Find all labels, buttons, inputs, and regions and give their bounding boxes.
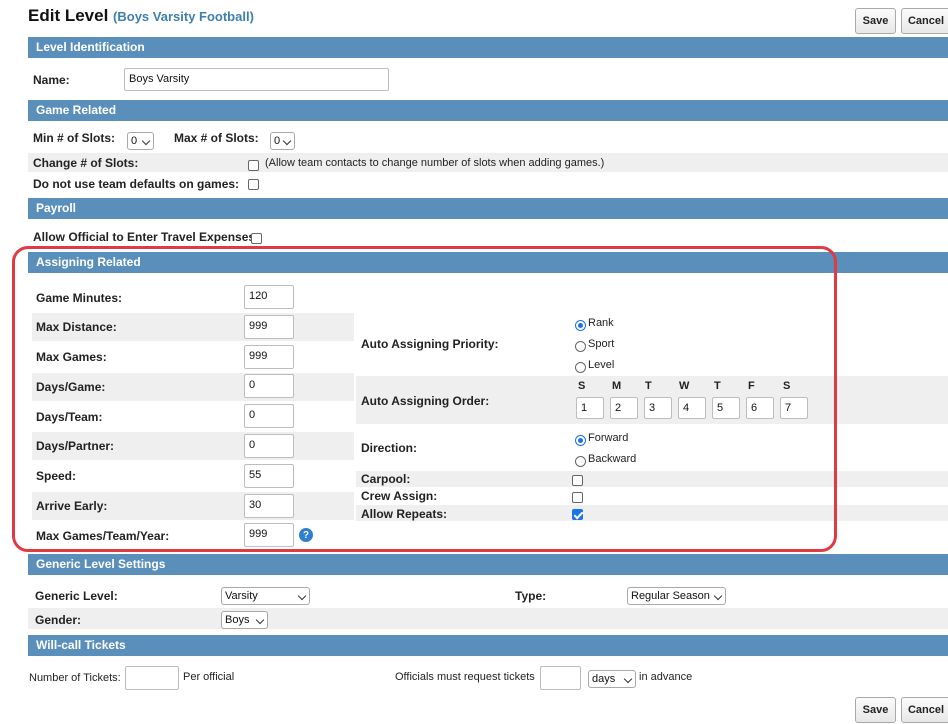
min-slots-select[interactable]: 0	[127, 132, 154, 150]
type-label: Type:	[515, 589, 547, 603]
type-select[interactable]: Regular Season	[627, 587, 726, 605]
chevron-down-icon	[297, 591, 307, 601]
change-slots-checkbox[interactable]	[248, 160, 259, 171]
cancel-button-top[interactable]: Cancel	[901, 8, 948, 34]
generic-level-value: Varsity	[225, 590, 258, 602]
highlight-frame	[12, 246, 837, 552]
generic-level-select[interactable]: Varsity	[221, 587, 310, 605]
travel-expenses-checkbox[interactable]	[251, 233, 262, 244]
section-level-identification: Level Identification	[28, 37, 948, 58]
tickets-number-input[interactable]	[125, 666, 179, 690]
name-input[interactable]: Boys Varsity	[124, 68, 389, 91]
chevron-down-icon	[713, 591, 723, 601]
no-team-defaults-checkbox[interactable]	[248, 179, 259, 190]
max-slots-select[interactable]: 0	[270, 132, 295, 150]
type-value: Regular Season	[631, 590, 710, 602]
gender-select[interactable]: Boys	[221, 611, 268, 629]
in-advance-text: in advance	[639, 671, 693, 683]
row-band	[28, 608, 948, 629]
section-generic-level-settings: Generic Level Settings	[28, 554, 948, 575]
chevron-down-icon	[255, 615, 265, 625]
request-unit-value: days	[592, 673, 616, 685]
tickets-number-label: Number of Tickets:	[29, 672, 121, 684]
max-slots-value: 0	[274, 135, 281, 147]
request-tickets-label: Officials must request tickets	[395, 671, 535, 683]
section-payroll: Payroll	[28, 198, 948, 219]
section-will-call-tickets: Will-call Tickets	[28, 635, 948, 656]
save-button-bottom[interactable]: Save	[855, 697, 896, 723]
section-game-related: Game Related	[28, 100, 948, 121]
generic-level-label: Generic Level:	[35, 589, 118, 603]
page-title-text: Edit Level	[28, 6, 109, 25]
request-days-input[interactable]	[540, 666, 581, 690]
travel-expenses-label: Allow Official to Enter Travel Expenses:	[33, 230, 260, 244]
per-official-text: Per official	[183, 671, 235, 683]
max-slots-label: Max # of Slots:	[174, 131, 259, 145]
gender-value: Boys	[225, 614, 250, 626]
no-team-defaults-label: Do not use team defaults on games:	[33, 177, 240, 191]
request-unit-select[interactable]: days	[588, 670, 636, 688]
change-slots-note: (Allow team contacts to change number of…	[265, 157, 605, 169]
name-label: Name:	[33, 73, 70, 87]
change-slots-label: Change # of Slots:	[33, 156, 139, 170]
min-slots-value: 0	[131, 135, 138, 147]
cancel-button-bottom[interactable]: Cancel	[901, 697, 948, 723]
chevron-down-icon	[282, 136, 292, 146]
save-button-top[interactable]: Save	[855, 8, 896, 34]
chevron-down-icon	[623, 674, 633, 684]
page-subtitle: (Boys Varsity Football)	[113, 9, 254, 24]
chevron-down-icon	[141, 136, 151, 146]
page-title: Edit Level (Boys Varsity Football)	[28, 6, 254, 26]
gender-label: Gender:	[35, 613, 82, 627]
min-slots-label: Min # of Slots:	[33, 131, 115, 145]
